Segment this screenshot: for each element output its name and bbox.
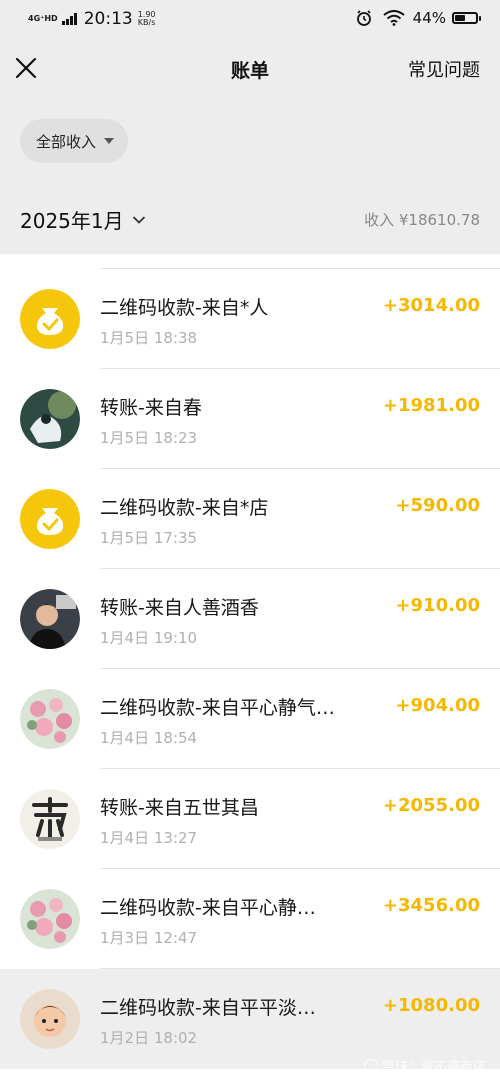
transaction-amount: +2055.00	[382, 795, 480, 816]
battery-percent: 44%	[412, 9, 446, 27]
caret-down-icon	[104, 138, 115, 144]
transaction-amount: +590.00	[395, 495, 480, 516]
flowers-avatar	[20, 689, 80, 749]
transaction-amount: +1981.00	[382, 395, 480, 416]
battery-icon	[452, 12, 481, 24]
money-bag-icon	[20, 289, 80, 349]
transaction-title: 二维码收款-来自平平淡…	[100, 997, 316, 1019]
photo-avatar	[20, 789, 80, 849]
flowers-avatar	[20, 889, 80, 949]
income-total: 收入 ¥18610.78	[364, 211, 480, 229]
transaction-amount: +910.00	[395, 595, 480, 616]
transaction-title: 转账-来自五世其昌	[100, 797, 259, 819]
transaction-title: 二维码收款-来自*店	[100, 497, 269, 519]
close-icon	[15, 57, 37, 79]
network-type: 4G⁺HD	[28, 14, 58, 23]
transaction-list[interactable]: 二维码收款-来自*人 1月5日 18:38 +3014.00 转账-来自春 1月…	[0, 254, 500, 1083]
month-summary: 2025年1月 收入 ¥18610.78	[0, 186, 500, 254]
transaction-amount: +1080.00	[382, 995, 480, 1016]
chevron-down-icon	[132, 215, 145, 224]
transaction-title: 二维码收款-来自平心静…	[100, 897, 316, 919]
filter-label: 全部收入	[36, 132, 97, 151]
transaction-row[interactable]: 二维码收款-来自平心静… 1月3日 12:47 +3456.00	[0, 869, 500, 969]
transaction-date: 1月5日 18:38	[100, 329, 198, 347]
transaction-title: 转账-来自春	[100, 397, 202, 419]
transaction-amount: +904.00	[395, 695, 480, 716]
watermark-text: 雪球：涨不停商店	[381, 1060, 486, 1075]
watermark: 雪球：涨不停商店	[363, 1056, 486, 1075]
photo-avatar	[20, 389, 80, 449]
photo-avatar	[20, 589, 80, 649]
snowball-logo-icon	[363, 1058, 378, 1073]
nav-bar: 账单 常见问题	[0, 38, 500, 100]
filter-bar: 全部收入	[0, 100, 500, 186]
transaction-row[interactable]: 转账-来自春 1月5日 18:23 +1981.00	[0, 369, 500, 469]
photo-avatar	[20, 989, 80, 1049]
income-filter-dropdown[interactable]: 全部收入	[20, 119, 129, 163]
faq-link[interactable]: 常见问题	[408, 56, 480, 82]
transaction-title: 转账-来自人善酒香	[100, 597, 259, 619]
transaction-row[interactable]: 二维码收款-来自平心静气… 1月4日 18:54 +904.00	[0, 669, 500, 769]
transaction-amount: +3014.00	[382, 295, 480, 316]
transaction-title: 二维码收款-来自平心静气…	[100, 697, 335, 719]
transaction-date: 1月3日 12:47	[100, 929, 198, 947]
clock: 20:13	[83, 9, 133, 29]
signal-icon	[61, 13, 78, 25]
transaction-row[interactable]: 二维码收款-来自*店 1月5日 17:35 +590.00	[0, 469, 500, 569]
status-left: 4G⁺HD 20:13 1.90 KB/s	[28, 9, 156, 29]
transaction-date: 1月5日 17:35	[100, 529, 198, 547]
status-bar: 4G⁺HD 20:13 1.90 KB/s 44%	[0, 0, 500, 38]
money-bag-icon	[20, 489, 80, 549]
alarm-icon	[356, 10, 371, 26]
transaction-amount: +3456.00	[382, 895, 480, 916]
close-button[interactable]	[14, 56, 38, 80]
transaction-row[interactable]: 转账-来自人善酒香 1月4日 19:10 +910.00	[0, 569, 500, 669]
month-selector[interactable]: 2025年1月	[20, 205, 146, 234]
transaction-row[interactable]: 二维码收款-来自*人 1月5日 18:38 +3014.00	[0, 269, 500, 369]
wifi-icon	[383, 10, 405, 26]
transaction-row[interactable]: 转账-来自五世其昌 1月4日 13:27 +2055.00	[0, 769, 500, 869]
transaction-date: 1月5日 18:23	[100, 429, 198, 447]
transaction-date: 1月4日 18:54	[100, 729, 198, 747]
month-label: 2025年1月	[20, 209, 124, 233]
transaction-date: 1月4日 13:27	[100, 829, 198, 847]
speed-unit: KB/s	[137, 18, 156, 27]
transaction-date: 1月4日 19:10	[100, 629, 198, 647]
status-right: 44%	[355, 9, 481, 27]
network-speed: 1.90 KB/s	[138, 11, 156, 27]
transaction-row[interactable]: 二维码收款-来自平平淡… 1月2日 18:02 +1080.00	[0, 969, 500, 1069]
transaction-title: 二维码收款-来自*人	[100, 297, 269, 319]
transaction-date: 1月2日 18:02	[100, 1029, 198, 1047]
